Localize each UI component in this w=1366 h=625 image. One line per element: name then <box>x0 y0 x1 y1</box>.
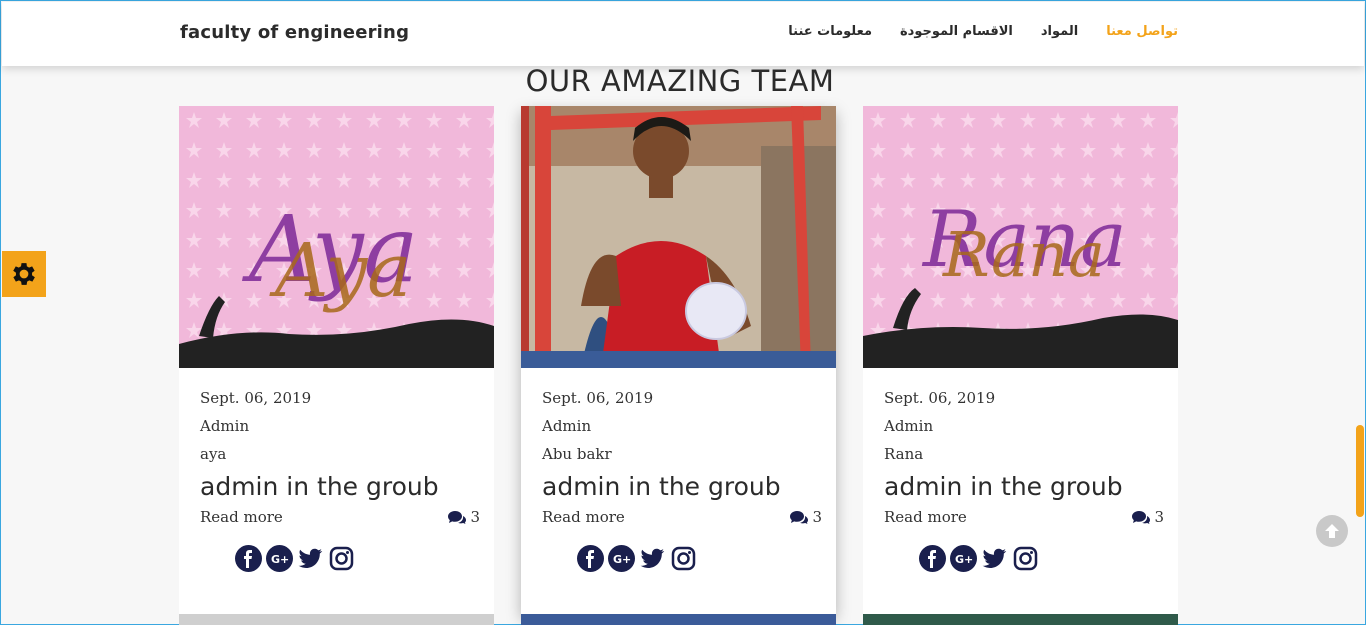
nav-links: تواصل معنا المواد الاقسام الموجودة معلوم… <box>788 24 1178 39</box>
comments-icon <box>448 511 467 524</box>
nav-item-courses[interactable]: المواد <box>1041 24 1078 39</box>
facebook-icon[interactable] <box>577 545 604 572</box>
nav-item-about[interactable]: معلومات عننا <box>788 24 872 39</box>
gear-icon <box>13 263 35 285</box>
card-member-name: Rana <box>884 445 924 463</box>
comment-count-value: 3 <box>1154 508 1164 526</box>
instagram-icon[interactable] <box>670 545 697 572</box>
nav-item-contact[interactable]: تواصل معنا <box>1106 24 1178 39</box>
svg-text:Aya: Aya <box>269 228 411 314</box>
google-plus-icon[interactable]: G+ <box>266 545 293 572</box>
comment-count-value: 3 <box>470 508 480 526</box>
read-more-link[interactable]: Read more <box>542 508 625 526</box>
svg-text:Rana: Rana <box>942 218 1105 291</box>
facebook-icon[interactable] <box>919 545 946 572</box>
card-member-name: aya <box>200 445 227 463</box>
card-member-name: Abu bakr <box>542 445 612 463</box>
social-links: G+ <box>919 545 1039 572</box>
arrow-up-icon <box>1325 524 1339 538</box>
comment-count-value: 3 <box>812 508 822 526</box>
card-headline: admin in the groub <box>200 472 439 501</box>
team-card: Rana Rana Sept. 06, 2019 Admin Rana admi… <box>863 106 1178 614</box>
card-date: Sept. 06, 2019 <box>884 389 996 407</box>
comments-icon <box>1132 511 1151 524</box>
card-image[interactable]: Rana Rana <box>863 106 1178 368</box>
svg-text:G+: G+ <box>613 553 631 566</box>
nav-item-departments[interactable]: الاقسام الموجودة <box>900 24 1013 39</box>
card-headline: admin in the groub <box>542 472 781 501</box>
instagram-icon[interactable] <box>328 545 355 572</box>
comment-count[interactable]: 3 <box>448 508 480 526</box>
read-more-link[interactable]: Read more <box>884 508 967 526</box>
social-links: G+ <box>235 545 355 572</box>
next-card-image[interactable] <box>521 614 836 625</box>
comment-count[interactable]: 3 <box>1132 508 1164 526</box>
scrollbar-thumb[interactable] <box>1356 425 1364 517</box>
next-card-image[interactable] <box>179 614 494 625</box>
team-card: Aya Aya Sept. 06, 2019 Admin aya admin i… <box>179 106 494 614</box>
card-date: Sept. 06, 2019 <box>200 389 312 407</box>
google-plus-icon[interactable]: G+ <box>608 545 635 572</box>
twitter-icon[interactable] <box>297 545 324 572</box>
settings-toggle-button[interactable] <box>2 251 46 297</box>
scroll-to-top-button[interactable] <box>1316 515 1348 547</box>
comment-count[interactable]: 3 <box>790 508 822 526</box>
card-author: Admin <box>200 417 250 435</box>
brand-logo[interactable]: faculty of engineering <box>180 22 409 43</box>
comments-icon <box>790 511 809 524</box>
svg-text:G+: G+ <box>955 553 973 566</box>
navbar: faculty of engineering تواصل معنا المواد… <box>2 2 1364 66</box>
card-date: Sept. 06, 2019 <box>542 389 654 407</box>
google-plus-icon[interactable]: G+ <box>950 545 977 572</box>
section-title: OUR AMAZING TEAM <box>525 64 835 98</box>
next-card-image[interactable] <box>863 614 1178 625</box>
card-author: Admin <box>884 417 934 435</box>
instagram-icon[interactable] <box>1012 545 1039 572</box>
team-card: Sept. 06, 2019 Admin Abu bakr admin in t… <box>521 106 836 614</box>
svg-text:G+: G+ <box>271 553 289 566</box>
social-links: G+ <box>577 545 697 572</box>
read-more-link[interactable]: Read more <box>200 508 283 526</box>
twitter-icon[interactable] <box>639 545 666 572</box>
twitter-icon[interactable] <box>981 545 1008 572</box>
facebook-icon[interactable] <box>235 545 262 572</box>
card-image[interactable]: Aya Aya <box>179 106 494 368</box>
card-author: Admin <box>542 417 592 435</box>
card-headline: admin in the groub <box>884 472 1123 501</box>
card-image[interactable] <box>521 106 836 368</box>
